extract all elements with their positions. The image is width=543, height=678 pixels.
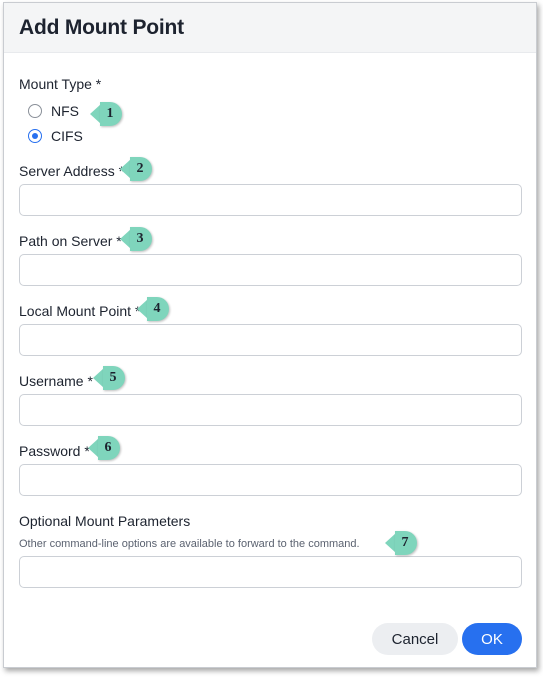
callout-number: 4	[147, 297, 169, 321]
dialog-title: Add Mount Point	[19, 15, 184, 39]
callout-5: 5	[93, 366, 125, 390]
callout-number: 5	[103, 366, 125, 390]
callout-number: 6	[98, 436, 120, 460]
callout-number: 1	[100, 102, 122, 126]
username-label: Username *	[19, 373, 93, 389]
radio-nfs-label: NFS	[51, 103, 79, 119]
server-address-label: Server Address *	[19, 163, 125, 179]
callout-number: 2	[130, 157, 152, 181]
add-mount-point-dialog: Add Mount Point Mount Type * NFS CIFS Se…	[3, 2, 537, 668]
optional-params-input[interactable]	[19, 556, 522, 588]
password-label: Password *	[19, 443, 90, 459]
callout-4: 4	[137, 297, 169, 321]
local-mount-point-label: Local Mount Point *	[19, 303, 141, 319]
callout-6: 6	[88, 436, 120, 460]
mount-type-label: Mount Type *	[19, 76, 102, 92]
callout-3: 3	[120, 227, 152, 251]
radio-cifs[interactable]: CIFS	[28, 128, 83, 144]
radio-cifs-label: CIFS	[51, 128, 83, 144]
local-mount-point-input[interactable]	[19, 324, 522, 356]
cancel-button[interactable]: Cancel	[372, 623, 458, 655]
path-on-server-label: Path on Server *	[19, 233, 122, 249]
radio-nfs-indicator[interactable]	[28, 104, 42, 118]
optional-params-label: Optional Mount Parameters	[19, 513, 191, 529]
callout-number: 7	[395, 531, 417, 555]
optional-params-hint: Other command-line options are available…	[19, 538, 360, 550]
callout-7: 7	[385, 531, 417, 555]
ok-button[interactable]: OK	[462, 623, 522, 655]
path-on-server-input[interactable]	[19, 254, 522, 286]
password-input[interactable]	[19, 464, 522, 496]
callout-1: 1	[90, 102, 122, 126]
dialog-header: Add Mount Point	[4, 3, 536, 53]
server-address-input[interactable]	[19, 184, 522, 216]
callout-2: 2	[120, 157, 152, 181]
callout-number: 3	[130, 227, 152, 251]
username-input[interactable]	[19, 394, 522, 426]
radio-cifs-indicator[interactable]	[28, 129, 42, 143]
radio-nfs[interactable]: NFS	[28, 103, 79, 119]
